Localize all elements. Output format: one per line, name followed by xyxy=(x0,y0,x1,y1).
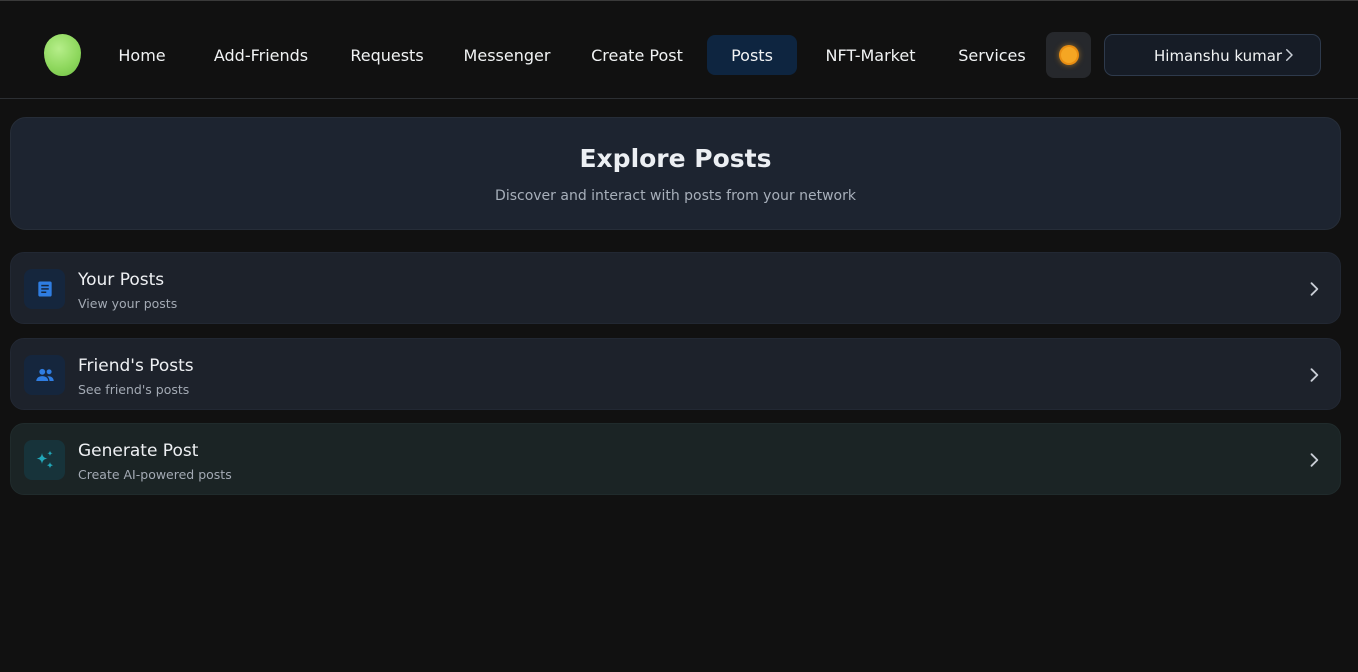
friends-posts-card[interactable]: Friend's Posts See friend's posts xyxy=(10,338,1341,410)
nav-item-home[interactable]: Home xyxy=(103,35,181,75)
card-title: Friend's Posts xyxy=(78,356,194,376)
chevron-right-icon xyxy=(1310,368,1319,382)
chevron-right-icon xyxy=(1286,49,1293,61)
users-icon xyxy=(24,355,65,395)
app-logo[interactable] xyxy=(44,34,81,76)
top-navbar: Home Add-Friends Requests Messenger Crea… xyxy=(0,0,1358,99)
nav-item-messenger[interactable]: Messenger xyxy=(452,35,562,75)
nav-item-add-friends[interactable]: Add-Friends xyxy=(198,35,324,75)
your-posts-card[interactable]: Your Posts View your posts xyxy=(10,252,1341,324)
chevron-right-icon xyxy=(1310,453,1319,467)
nav-item-posts[interactable]: Posts xyxy=(707,35,797,75)
user-name: Himanshu kumar xyxy=(1154,47,1283,65)
card-subtitle: See friend's posts xyxy=(78,382,190,397)
card-title: Generate Post xyxy=(78,441,199,461)
card-subtitle: View your posts xyxy=(78,296,178,311)
page-title: Explore Posts xyxy=(579,144,772,173)
nav-item-services[interactable]: Services xyxy=(949,35,1035,75)
nav-item-nft-market[interactable]: NFT-Market xyxy=(810,35,931,75)
card-title: Your Posts xyxy=(78,270,165,290)
user-profile-button[interactable]: Himanshu kumar xyxy=(1104,34,1321,76)
explore-posts-header: Explore Posts Discover and interact with… xyxy=(10,117,1341,230)
page-subtitle: Discover and interact with posts from yo… xyxy=(495,188,856,204)
card-subtitle: Create AI-powered posts xyxy=(78,467,232,482)
generate-post-card[interactable]: Generate Post Create AI-powered posts xyxy=(10,423,1341,495)
theme-toggle-button[interactable] xyxy=(1046,32,1091,78)
sun-icon xyxy=(1060,47,1077,63)
sparkles-icon xyxy=(24,440,65,480)
nav-item-create-post[interactable]: Create Post xyxy=(580,35,694,75)
chevron-right-icon xyxy=(1310,282,1319,296)
nav-item-requests[interactable]: Requests xyxy=(338,35,436,75)
document-icon xyxy=(24,269,65,309)
